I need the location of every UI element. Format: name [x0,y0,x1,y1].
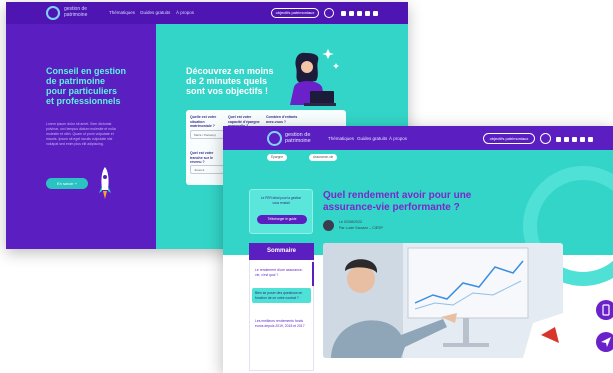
objectives-button[interactable]: objectifs patrimoniaux [483,133,535,144]
instagram-icon[interactable] [572,137,577,142]
youtube-icon[interactable] [564,137,569,142]
logo-text[interactable]: gestion de patrimoine [64,6,94,18]
guide-promo-text: Le PER idéal pour la gestion vous rendai… [260,196,302,205]
hero-button[interactable]: En savoir + [46,178,88,189]
article-photo [323,243,563,358]
toc-item-3[interactable]: Les meilleurs rendements fonds euros dep… [252,316,311,331]
calendar-fab-button[interactable] [596,300,613,320]
linkedin-icon[interactable] [341,11,346,16]
facebook-icon[interactable] [365,11,370,16]
breadcrumb-epargne[interactable]: Épargne [267,154,288,161]
nav-item-a-propos[interactable]: À propos [176,10,194,15]
download-guide-button[interactable]: Télécharger le guide [257,215,307,224]
nav-item-guides[interactable]: Guides gratuits [357,136,387,141]
rocket-icon [99,167,111,199]
person-laptop-illustration [290,49,339,106]
article-title: Quel rendement avoir pour une assurance-… [323,190,472,213]
nav-item-thematiques[interactable]: Thématiques [109,10,135,15]
nav-item-a-propos[interactable]: À propos [389,136,407,141]
hero-title: Conseil en gestion de patrimoine pour pa… [46,66,127,106]
question-4-select[interactable]: Jusqu'à [190,165,224,174]
twitter-icon[interactable] [588,137,593,142]
phone-icon [602,304,610,316]
logo-text[interactable]: gestion de patrimoine [285,132,319,144]
send-fab-button[interactable] [596,332,613,352]
youtube-icon[interactable] [349,11,354,16]
breadcrumb-assurance-vie[interactable]: Assurance-vie [309,154,338,161]
article-screenshot: gestion de patrimoine Thématiques Guides… [223,126,613,373]
nav-item-thematiques[interactable]: Thématiques [328,136,354,141]
question-1-select[interactable]: Marié / Pacsé(e) [190,130,224,139]
question-4-label: Quel est votre tranche sur le revenu ? [190,151,214,164]
question-3-label: Combien d'enfants avez-vous ? [266,115,298,124]
toc-item-2[interactable]: Bien se poser des questions en fonction … [252,288,311,304]
toc-scrollbar[interactable] [312,262,314,286]
linkedin-icon[interactable] [556,137,561,142]
logo-line-2: patrimoine [285,138,311,144]
toc-title: Sommaire [249,243,314,260]
nav-item-guides[interactable]: Guides gratuits [140,10,170,15]
search-icon[interactable] [324,8,334,18]
search-icon[interactable] [540,133,551,144]
table-of-contents [249,243,314,371]
article-date: Le 02/08/2022 [339,220,362,224]
hero-paragraph: Lorem ipsum dolor sit amet. Sem dictumst… [46,122,116,146]
author-avatar [323,220,334,231]
twitter-icon[interactable] [373,11,378,16]
logo-icon[interactable] [46,6,60,20]
logo-line-2: patrimoine [64,12,88,18]
toc-item-1[interactable]: Le rendement d'une assurance-vie, c'est … [252,265,311,280]
question-1-label: Quelle est votre situation matrimoniale … [190,115,217,128]
discover-title: Découvrez en moins de 2 minutes quels so… [186,66,274,96]
logo-icon[interactable] [267,131,282,146]
send-icon [601,337,611,347]
facebook-icon[interactable] [580,137,585,142]
objectives-button[interactable]: objectifs patrimoniaux [271,8,319,18]
instagram-icon[interactable] [357,11,362,16]
article-author: Par Lucie Sauvion – CIESP [339,226,383,230]
